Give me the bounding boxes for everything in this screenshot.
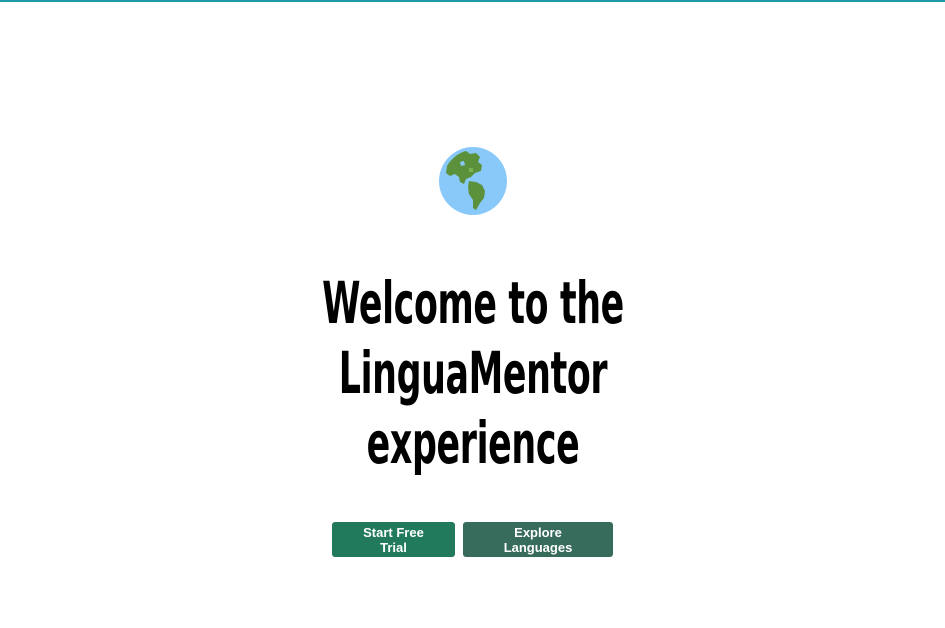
globe-americas-icon: [438, 147, 507, 215]
hero-section: Welcome to the LinguaMentor experience S…: [0, 146, 945, 557]
page-headline: Welcome to the LinguaMentor experience: [321, 269, 624, 477]
start-free-trial-button[interactable]: Start Free Trial: [332, 522, 455, 557]
explore-languages-button[interactable]: Explore Languages: [463, 522, 613, 557]
headline-wrapper: Welcome to the LinguaMentor experience: [0, 214, 945, 478]
top-accent-bar: [0, 0, 945, 2]
hero-actions: Start Free Trial Explore Languages: [332, 522, 613, 557]
